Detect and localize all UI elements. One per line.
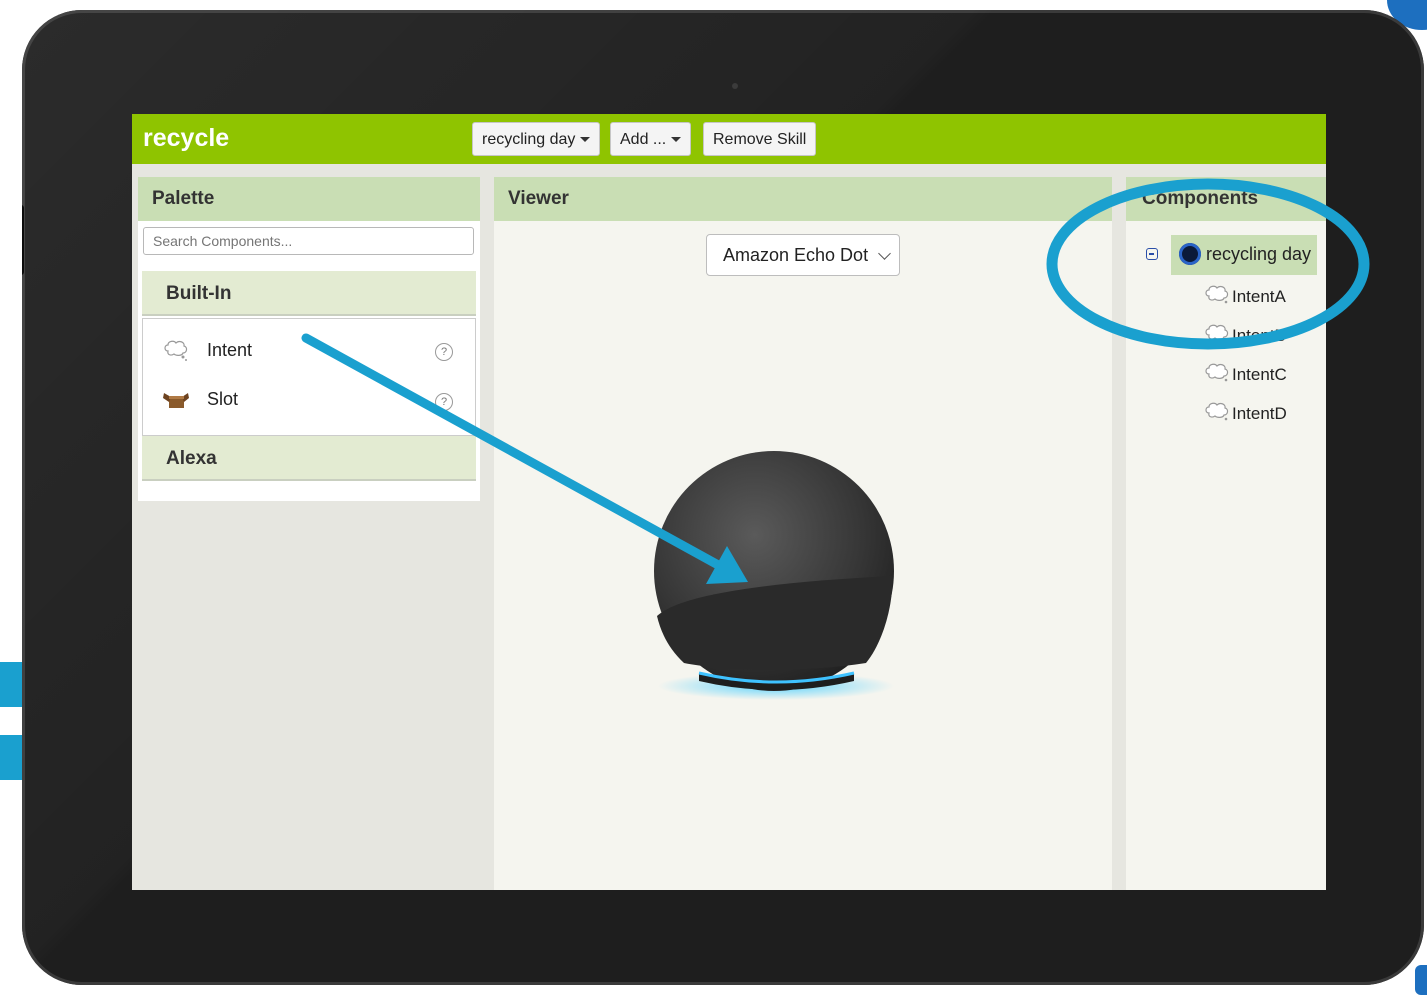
caret-down-icon xyxy=(580,137,591,143)
add-dropdown[interactable]: Add ... xyxy=(610,122,692,156)
thought-bubble-icon xyxy=(1205,363,1229,382)
palette-item-label: Intent xyxy=(207,340,253,360)
device-select-value: Amazon Echo Dot xyxy=(723,245,869,265)
thought-bubble-icon xyxy=(164,340,188,361)
skill-dropdown-label: recycling day xyxy=(482,131,576,148)
tablet-frame: recycle recycling day Add ... Remove Ski… xyxy=(22,10,1424,985)
components-header: Components xyxy=(1126,177,1326,221)
caret-down-icon xyxy=(671,137,682,143)
tablet-camera xyxy=(732,83,738,89)
tree-root-label: recycling day xyxy=(1206,244,1312,264)
help-icon[interactable]: ? xyxy=(435,343,453,361)
thought-bubble-icon xyxy=(1205,285,1229,304)
skill-dropdown[interactable]: recycling day xyxy=(472,122,601,156)
thought-bubble-icon xyxy=(1205,324,1229,343)
alexa-icon xyxy=(1179,243,1201,265)
viewer-header: Viewer xyxy=(494,177,1112,221)
chevron-down-icon xyxy=(878,247,891,260)
collapse-icon[interactable] xyxy=(1146,248,1158,260)
echo-dot-image xyxy=(654,451,894,700)
palette-panel: Built-In Intent ? xyxy=(138,221,480,501)
category-built-in[interactable]: Built-In xyxy=(142,271,476,316)
tree-item-label: IntentD xyxy=(1232,404,1287,423)
palette-header: Palette xyxy=(138,177,480,221)
viewer-panel: Amazon Echo Dot xyxy=(494,221,1112,890)
remove-skill-button[interactable]: Remove Skill xyxy=(703,122,817,156)
search-components-input[interactable] xyxy=(143,227,474,255)
tree-item-label: IntentA xyxy=(1232,287,1286,306)
thought-bubble-icon xyxy=(1205,402,1229,421)
tree-item-label: IntentB xyxy=(1232,326,1286,345)
app-title: recycle xyxy=(143,124,230,152)
app-screen: recycle recycling day Add ... Remove Ski… xyxy=(132,114,1326,890)
top-bar: recycle recycling day Add ... Remove Ski… xyxy=(132,114,1326,164)
built-in-component-list: Intent ? Slot ? xyxy=(142,318,476,436)
tree-root-item[interactable]: recycling day xyxy=(1171,235,1317,275)
category-alexa[interactable]: Alexa xyxy=(142,436,476,481)
help-icon[interactable]: ? xyxy=(435,393,453,411)
add-dropdown-label: Add ... xyxy=(620,131,667,148)
palette-item-label: Slot xyxy=(207,389,239,409)
tree-item-label: IntentC xyxy=(1232,365,1287,384)
components-panel: recycling day IntentA IntentB IntentC In… xyxy=(1126,221,1326,890)
device-select[interactable]: Amazon Echo Dot xyxy=(706,234,900,276)
tablet-side-button xyxy=(22,205,24,275)
box-icon xyxy=(163,393,189,408)
